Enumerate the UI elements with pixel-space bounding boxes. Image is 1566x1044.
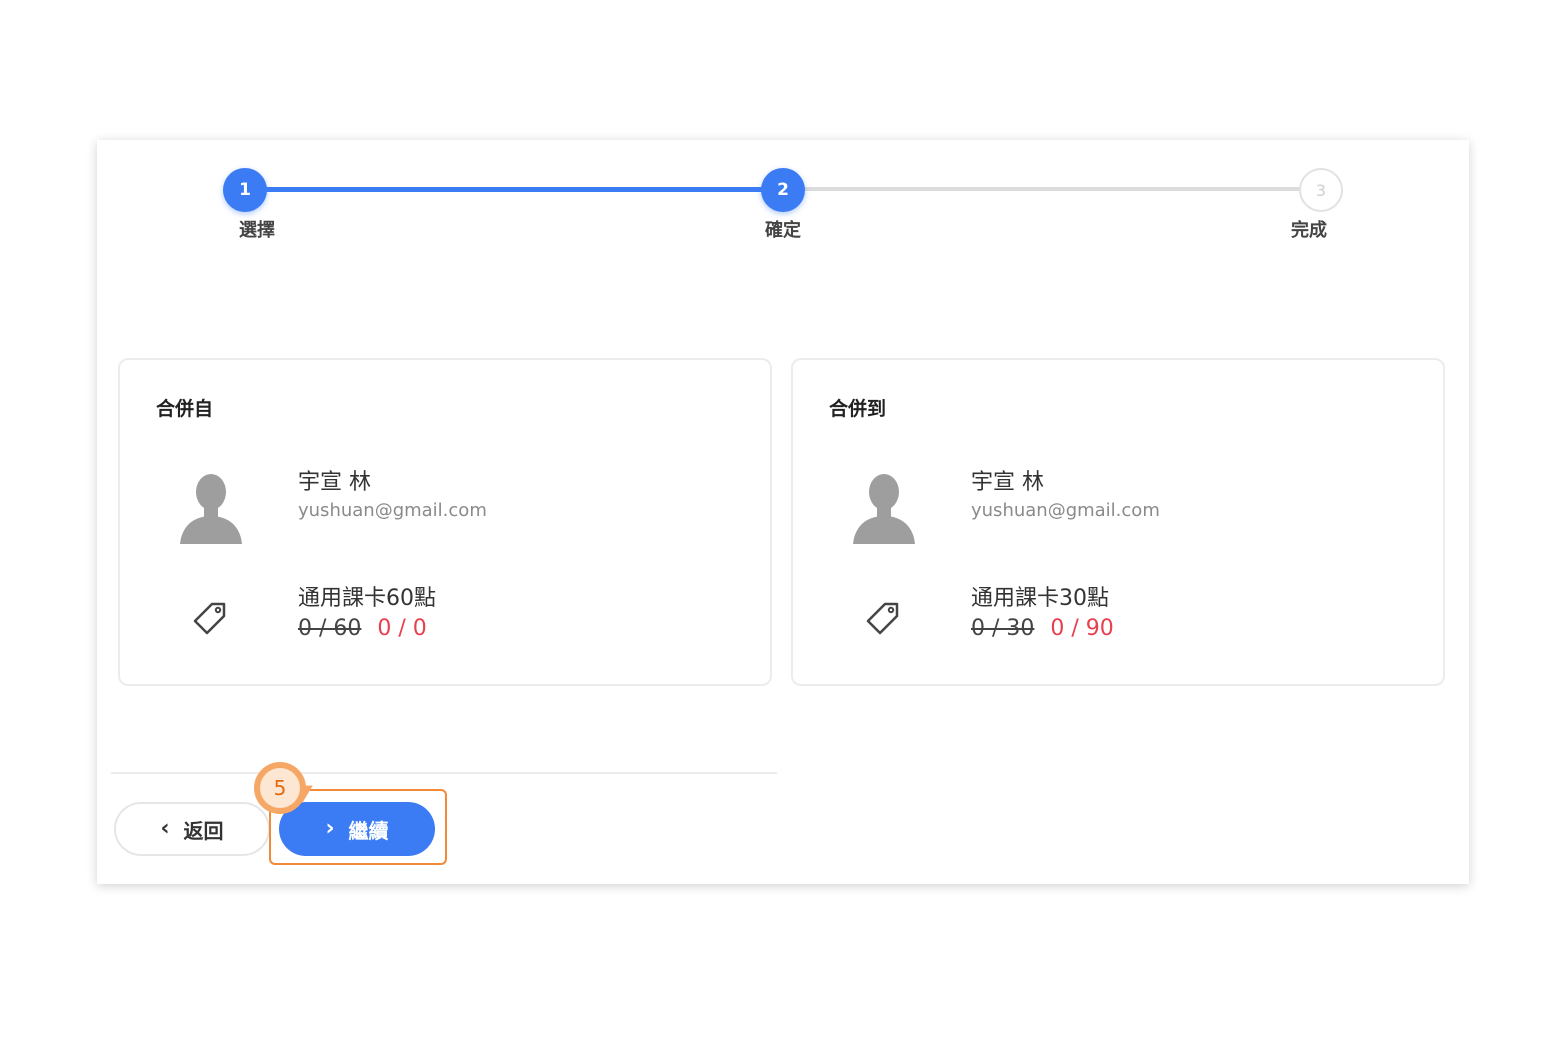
merge-to-title: 合併到 <box>829 398 887 420</box>
stepper-progress-line <box>245 187 783 192</box>
step-3-label: 完成 <box>1291 220 1327 241</box>
continue-button-label: 繼續 <box>348 818 389 843</box>
tag-icon <box>866 602 899 635</box>
merge-to-user-name: 宇宣 林 <box>971 470 1044 495</box>
merge-from-card-name: 通用課卡60點 <box>298 586 436 611</box>
step-1-label: 選擇 <box>239 220 275 241</box>
merge-from-title: 合併自 <box>156 398 214 420</box>
merge-to-points: 0 / 30 0 / 90 <box>971 616 1114 641</box>
step-callout-badge: 5 <box>254 762 306 814</box>
back-button[interactable]: ‹ 返回 <box>114 802 270 856</box>
step-callout-number: 5 <box>260 768 300 808</box>
merge-from-points: 0 / 60 0 / 0 <box>298 616 427 641</box>
merge-panel: 1 選擇 2 確定 3 完成 合併自 宇宣 林 yushuan@gmail.co… <box>97 140 1469 884</box>
tag-icon <box>193 602 226 635</box>
step-2-label: 確定 <box>765 220 801 241</box>
user-avatar-icon <box>853 474 915 544</box>
merge-from-points-new: 0 / 0 <box>377 616 427 641</box>
chevron-left-icon: ‹ <box>160 816 170 841</box>
merge-to-card: 合併到 宇宣 林 yushuan@gmail.com 通用課卡30點 0 / 3… <box>791 358 1445 686</box>
step-1-circle: 1 <box>223 168 267 212</box>
stepper-remaining-line <box>783 187 1321 191</box>
back-button-label: 返回 <box>183 818 224 843</box>
merge-from-user-name: 宇宣 林 <box>298 470 371 495</box>
chevron-right-icon: › <box>325 816 335 841</box>
merge-from-card: 合併自 宇宣 林 yushuan@gmail.com 通用課卡60點 0 / 6… <box>118 358 772 686</box>
merge-to-points-old: 0 / 30 <box>971 616 1035 641</box>
footer-divider <box>111 772 777 774</box>
merge-to-points-new: 0 / 90 <box>1050 616 1114 641</box>
stepper: 1 選擇 2 確定 3 完成 <box>97 140 1469 260</box>
merge-from-points-old: 0 / 60 <box>298 616 362 641</box>
step-2-circle: 2 <box>761 168 805 212</box>
merge-from-user-email: yushuan@gmail.com <box>298 500 487 521</box>
merge-to-card-name: 通用課卡30點 <box>971 586 1109 611</box>
step-3-circle: 3 <box>1299 168 1343 212</box>
user-avatar-icon <box>180 474 242 544</box>
merge-to-user-email: yushuan@gmail.com <box>971 500 1160 521</box>
continue-button[interactable]: › 繼續 <box>279 802 435 856</box>
